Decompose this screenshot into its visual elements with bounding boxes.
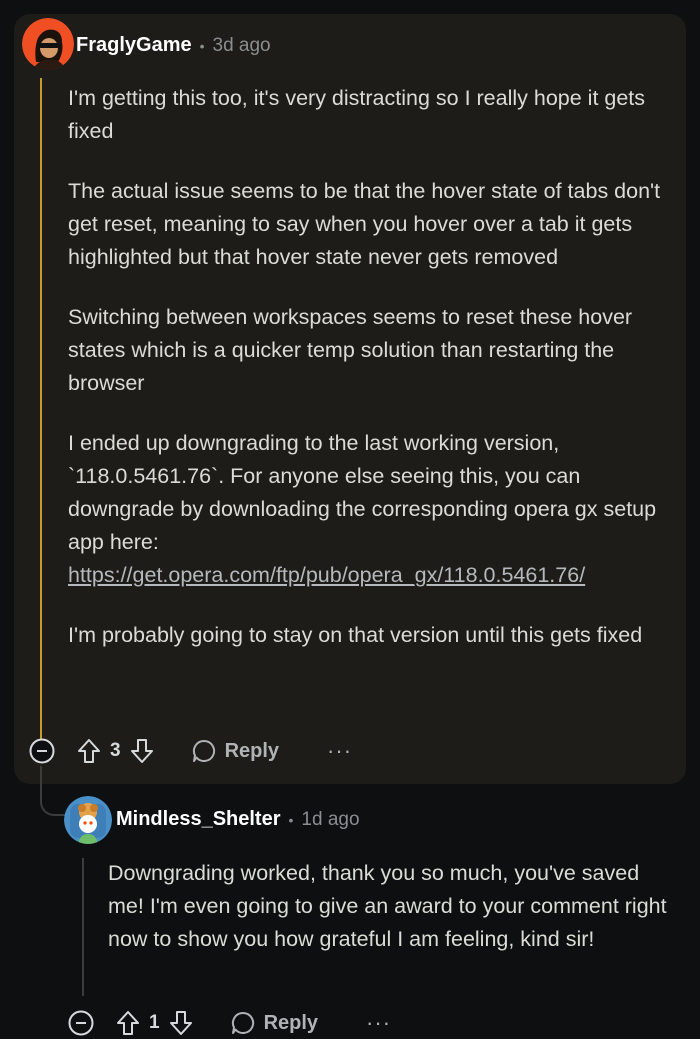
separator-dot: •	[288, 811, 294, 828]
thread-line-highlighted[interactable]	[40, 78, 42, 744]
more-options-button[interactable]: ···	[327, 738, 352, 764]
collapse-icon[interactable]	[67, 1009, 95, 1037]
vote-count: 1	[149, 1012, 160, 1033]
downvote-icon[interactable]	[168, 1009, 194, 1037]
reply-bubble-icon	[230, 1010, 256, 1036]
avatar-mindless-shelter[interactable]	[64, 796, 112, 844]
comment-actions-1: 3 Reply ···	[28, 737, 352, 765]
comment-paragraph: I'm getting this too, it's very distract…	[68, 86, 646, 143]
vote-count: 3	[110, 740, 121, 761]
comment-paragraph: Switching between workspaces seems to re…	[68, 305, 633, 395]
more-options-button[interactable]: ···	[366, 1010, 391, 1036]
collapse-icon[interactable]	[28, 737, 56, 765]
thread-elbow	[40, 766, 66, 816]
author-row-1: FraglyGame • 3d ago	[76, 34, 271, 57]
comment-body-1: I'm getting this too, it's very distract…	[68, 82, 680, 679]
reply-bubble-icon	[191, 738, 217, 764]
comment-paragraph: I ended up downgrading to the last worki…	[68, 431, 657, 554]
downvote-icon[interactable]	[129, 737, 155, 765]
download-link[interactable]: https://get.opera.com/ftp/pub/opera_gx/1…	[68, 563, 585, 587]
timestamp[interactable]: 3d ago	[213, 35, 271, 57]
comment-paragraph: I'm probably going to stay on that versi…	[68, 623, 643, 647]
thread-line-reply[interactable]	[82, 858, 84, 996]
comment-paragraph: The actual issue seems to be that the ho…	[68, 179, 661, 269]
comment-actions-2: 1 Reply ···	[67, 1009, 391, 1037]
reply-label: Reply	[263, 1011, 319, 1034]
comment-body-2: Downgrading worked, thank you so much, y…	[108, 857, 680, 983]
upvote-icon[interactable]	[76, 737, 102, 765]
author-name[interactable]: FraglyGame	[76, 34, 192, 57]
author-name[interactable]: Mindless_Shelter	[116, 808, 281, 831]
reply-button[interactable]: Reply	[191, 738, 279, 764]
avatar-fraglygame[interactable]	[22, 18, 74, 70]
timestamp[interactable]: 1d ago	[301, 809, 359, 831]
author-row-2: Mindless_Shelter • 1d ago	[116, 808, 360, 831]
reply-label: Reply	[224, 739, 280, 762]
upvote-icon[interactable]	[115, 1009, 141, 1037]
reply-button[interactable]: Reply	[230, 1010, 318, 1036]
separator-dot: •	[199, 37, 205, 54]
comment-paragraph: Downgrading worked, thank you so much, y…	[108, 861, 667, 951]
comment-paragraph-with-link: I ended up downgrading to the last worki…	[68, 427, 680, 592]
